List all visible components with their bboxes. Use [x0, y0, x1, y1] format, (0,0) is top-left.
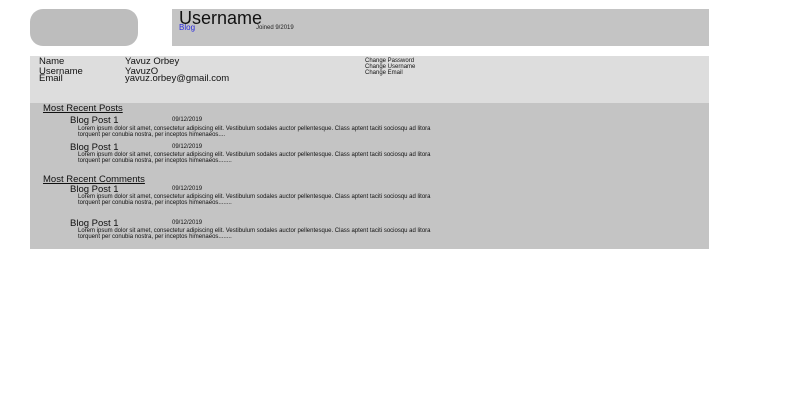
comment-date: 09/12/2019	[172, 220, 203, 226]
account-info-panel: Name Yavuz Orbey Username YavuzO Email y…	[30, 56, 709, 103]
info-value: yavuz.orbey@gmail.com	[125, 73, 230, 84]
joined-date: Joined 9/2019	[256, 25, 294, 31]
post-date: 09/12/2019	[172, 144, 203, 150]
post-excerpt: Lorem ipsum dolor sit amet, consectetur …	[78, 126, 431, 138]
blog-link[interactable]: Blog	[179, 23, 195, 33]
post-date: 09/12/2019	[172, 117, 203, 123]
info-label: Email	[39, 73, 63, 84]
post-title[interactable]: Blog Post 1	[70, 116, 119, 126]
recent-posts-heading: Most Recent Posts	[43, 103, 123, 114]
post-excerpt: Lorem ipsum dolor sit amet, consectetur …	[78, 152, 431, 164]
comment-date: 09/12/2019	[172, 186, 203, 192]
comment-excerpt: Lorem ipsum dolor sit amet, consectetur …	[78, 228, 431, 240]
avatar	[30, 9, 138, 46]
account-actions: Change Password Change Username Change E…	[365, 58, 415, 76]
profile-header: Username Blog Joined 9/2019	[172, 8, 709, 46]
comment-excerpt: Lorem ipsum dolor sit amet, consectetur …	[78, 194, 431, 206]
change-email-link[interactable]: Change Email	[365, 70, 415, 76]
activity-panel: Most Recent Posts Blog Post 1 09/12/2019…	[30, 103, 709, 249]
